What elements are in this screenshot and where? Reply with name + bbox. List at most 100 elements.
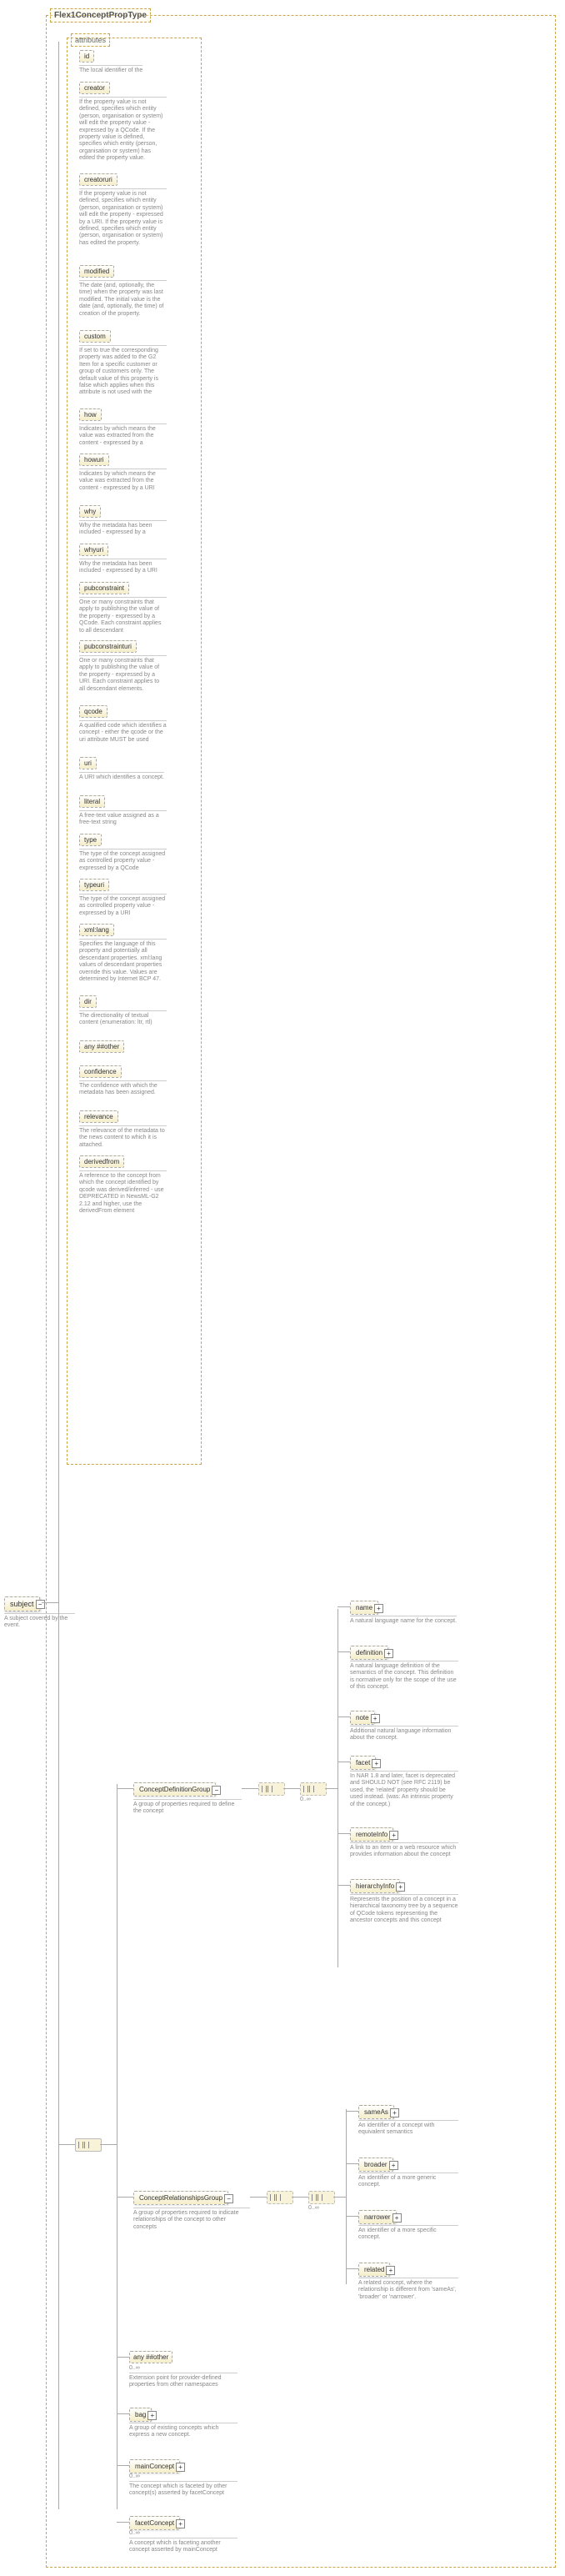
cardinality: 0..∞ xyxy=(308,2205,319,2211)
attr-desc: A qualified code which identifies a conc… xyxy=(79,720,167,744)
elem-broader[interactable]: broader+ xyxy=(358,2158,393,2172)
cardinality: 0..∞ xyxy=(129,2473,140,2479)
attr-id: id The local identifier of the xyxy=(79,50,142,74)
attr-name[interactable]: whyuri xyxy=(79,544,108,556)
attr-desc: The directionality of textual content (e… xyxy=(79,1010,167,1027)
expand-icon[interactable]: + xyxy=(176,2463,185,2472)
elem-note[interactable]: note+ xyxy=(350,1711,375,1725)
group-desc: A group of properties required to define… xyxy=(133,1799,242,1816)
attr-literal: literalA free-text value assigned as a f… xyxy=(79,795,167,827)
attr-desc: A reference to the concept from which th… xyxy=(79,1170,167,1215)
elem-desc: Represents the position of a concept in … xyxy=(350,1894,458,1925)
elem-facet[interactable]: facet+ xyxy=(350,1756,376,1770)
elem-desc: A concept which is faceting another conc… xyxy=(129,2538,238,2554)
elem-definition[interactable]: definition+ xyxy=(350,1646,388,1660)
attr-name[interactable]: modified xyxy=(79,265,114,278)
attr-desc: The local identifier of the xyxy=(79,65,142,74)
elem-bag[interactable]: bag+ xyxy=(129,2408,152,2422)
attr-name[interactable]: qcode xyxy=(79,705,108,718)
attr-xmllang: xml:lang Specifies the language of this p… xyxy=(79,924,167,983)
elem-desc: The concept which is faceted by other co… xyxy=(129,2481,238,2498)
attr-desc: Specifies the language of this property … xyxy=(79,939,167,983)
sequence-def xyxy=(258,1782,285,1796)
expand-icon[interactable]: + xyxy=(389,1831,398,1840)
expand-icon[interactable]: + xyxy=(371,1714,380,1723)
attr-desc: If the property value is not defined, sp… xyxy=(79,188,167,247)
choice-def xyxy=(300,1782,327,1796)
attr-relevance: relevanceThe relevance of the metadata t… xyxy=(79,1110,167,1149)
attr-type: type The type of the concept assigned as … xyxy=(79,834,167,872)
expand-icon[interactable]: + xyxy=(390,2108,399,2117)
expand-icon[interactable]: + xyxy=(396,1882,405,1892)
expand-icon[interactable]: + xyxy=(389,2161,398,2170)
elem-hierarchyInfo[interactable]: hierarchyInfo+ xyxy=(350,1879,400,1893)
attr-name[interactable]: literal xyxy=(79,795,105,808)
attributes-box: attributes xyxy=(71,33,110,47)
elem-anyother[interactable]: any ##other xyxy=(129,2351,172,2363)
sequence-main xyxy=(75,2138,102,2152)
attr-custom: custom If set to true the corresponding p… xyxy=(79,330,167,397)
expand-icon[interactable]: + xyxy=(384,1649,393,1658)
attr-name[interactable]: xml:lang xyxy=(79,924,114,936)
group-desc: A group of properties required to indica… xyxy=(133,2208,250,2231)
attr-desc: Indicates by which means the value was e… xyxy=(79,469,167,492)
attr-anyother: any ##other xyxy=(79,1040,124,1053)
attr-name[interactable]: custom xyxy=(79,330,111,343)
attr-name[interactable]: derivedfrom xyxy=(79,1155,124,1168)
elem-desc: A natural language name for the concept. xyxy=(350,1616,457,1625)
attr-desc: If set to true the corresponding propert… xyxy=(79,345,167,397)
elem-desc: In NAR 1.8 and later, facet is deprecate… xyxy=(350,1771,458,1808)
expand-icon[interactable]: + xyxy=(148,2411,157,2420)
attr-name[interactable]: how xyxy=(79,408,102,421)
attr-pubconstrainturi: pubconstrainturiOne or many constraints … xyxy=(79,640,167,693)
attr-howuri: howuri Indicates by which means the value… xyxy=(79,454,167,492)
expand-icon[interactable]: + xyxy=(176,2519,185,2528)
attr-desc: A URI which identifies a concept. xyxy=(79,772,164,781)
attr-name[interactable]: creator xyxy=(79,82,110,94)
attr-name[interactable]: type xyxy=(79,834,102,846)
attr-name[interactable]: pubconstraint xyxy=(79,582,129,594)
expand-icon[interactable]: − xyxy=(36,1600,45,1609)
type-title: Flex1ConceptPropType xyxy=(50,8,151,23)
elem-remoteInfo[interactable]: remoteInfo+ xyxy=(350,1827,393,1842)
attr-name[interactable]: uri xyxy=(79,757,97,769)
expand-icon[interactable]: − xyxy=(212,1786,221,1795)
attr-name[interactable]: why xyxy=(79,505,101,518)
attr-pubconstraint: pubconstraintOne or many constraints tha… xyxy=(79,582,167,634)
cardinality: 0..∞ xyxy=(129,2365,140,2371)
attr-desc: If the property value is not defined, sp… xyxy=(79,97,167,163)
expand-icon[interactable]: + xyxy=(372,1759,381,1768)
elem-narrower[interactable]: narrower+ xyxy=(358,2210,397,2224)
attr-name[interactable]: creatoruri xyxy=(79,173,118,186)
attr-name[interactable]: dir xyxy=(79,995,97,1008)
attr-desc: Why the metadata has been included - exp… xyxy=(79,559,167,575)
expand-icon[interactable]: − xyxy=(224,2194,233,2203)
elem-mainConcept[interactable]: mainConcept+ xyxy=(129,2459,180,2473)
elem-desc: An identifier of a more generic concept. xyxy=(358,2173,458,2189)
attr-name[interactable]: pubconstrainturi xyxy=(79,640,137,653)
expand-icon[interactable]: + xyxy=(386,2266,395,2275)
elem-desc: A natural language definition of the sem… xyxy=(350,1661,458,1691)
subject-element[interactable]: subject − xyxy=(4,1596,40,1611)
expand-icon[interactable]: + xyxy=(392,2213,402,2223)
attr-name[interactable]: howuri xyxy=(79,454,109,466)
attr-desc: The confidence with which the metadata h… xyxy=(79,1080,167,1097)
attr-name[interactable]: relevance xyxy=(79,1110,118,1123)
elem-sameAs[interactable]: sameAs+ xyxy=(358,2105,394,2119)
attr-name[interactable]: id xyxy=(79,50,94,63)
attr-desc: The type of the concept assigned as cont… xyxy=(79,849,167,872)
elem-name[interactable]: name+ xyxy=(350,1601,378,1615)
concept-relationships-group[interactable]: ConceptRelationshipsGroup − xyxy=(133,2191,228,2205)
elem-desc: A link to an item or a web resource whic… xyxy=(350,1842,458,1859)
elem-related[interactable]: related+ xyxy=(358,2263,390,2277)
attr-name[interactable]: any ##other xyxy=(79,1040,124,1053)
attr-desc: Indicates by which means the value was e… xyxy=(79,423,167,447)
concept-definition-group[interactable]: ConceptDefinitionGroup − xyxy=(133,1782,216,1797)
elem-desc: An identifier of a more specific concept… xyxy=(358,2225,458,2242)
elem-facetConcept[interactable]: facetConcept+ xyxy=(129,2516,180,2530)
expand-icon[interactable]: + xyxy=(374,1604,383,1613)
attr-confidence: confidence The confidence with which the … xyxy=(79,1065,167,1097)
elem-desc: Extension point for provider-defined pro… xyxy=(129,2373,238,2389)
attr-name[interactable]: confidence xyxy=(79,1065,122,1078)
attr-name[interactable]: typeuri xyxy=(79,879,109,891)
